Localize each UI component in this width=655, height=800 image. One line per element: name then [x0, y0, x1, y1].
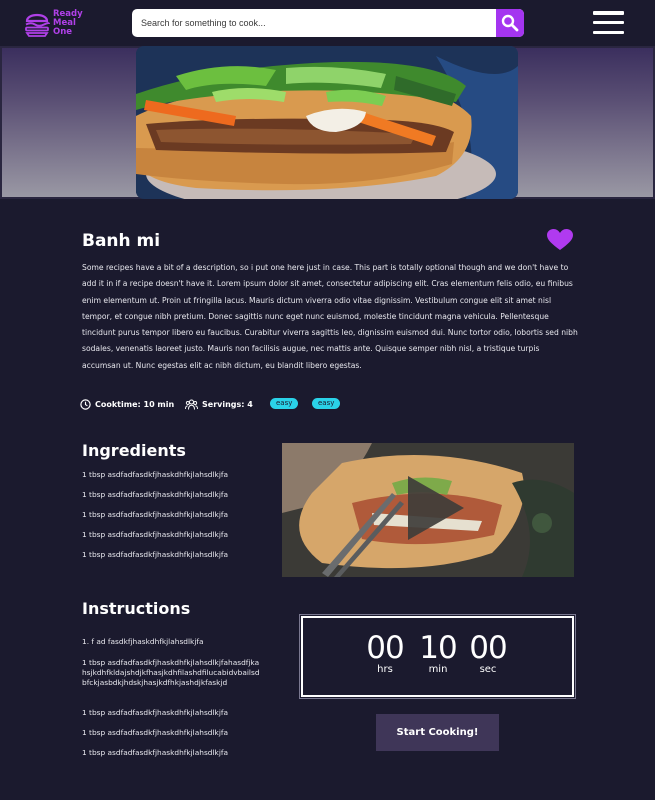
menu-bar: [593, 11, 624, 15]
recipe-title-row: Banh mi: [82, 229, 574, 255]
timer-seconds-value: 00: [469, 630, 507, 666]
ingredient-item: 1 tbsp asdfadfasdkfjhaskdhfkjlahsdlkjfa: [82, 470, 229, 479]
search-input[interactable]: [132, 9, 496, 37]
ingredients-list: 1 tbsp asdfadfasdkfjhaskdhfkjlahsdlkjfa …: [82, 470, 228, 570]
heart-icon: [547, 229, 573, 250]
start-cooking-button[interactable]: Start Cooking!: [376, 714, 499, 751]
menu-bar: [593, 30, 624, 34]
timer-hours-value: 00: [366, 630, 404, 666]
ingredient-item: 1 tbsp asdfadfasdkfjhaskdhfkjlahsdlkjfa: [82, 490, 229, 499]
recipe-description: Some recipes have a bit of a description…: [82, 263, 578, 370]
app-logo[interactable]: Ready Meal One: [24, 9, 84, 37]
menu-bar: [593, 20, 624, 25]
top-navigation-bar: Ready Meal One: [0, 0, 655, 46]
timer-seconds-label: sec: [479, 664, 497, 675]
logo-text: Ready Meal One: [53, 9, 83, 37]
search-button[interactable]: [496, 9, 524, 37]
difficulty-tag[interactable]: easy: [270, 398, 299, 409]
timer-hours-label: hrs: [377, 664, 393, 675]
favorite-button[interactable]: [547, 229, 573, 251]
ingredients-heading: Ingredients: [82, 441, 186, 460]
banh-mi-photo-icon: [136, 46, 518, 199]
instruction-step: 1 tbsp asdfadfasdkfjhaskdhfkjlahsdlkjfa: [82, 748, 229, 757]
search-icon: [501, 14, 519, 32]
recipe-hero-image: [136, 46, 518, 199]
difficulty-tag[interactable]: easy: [312, 398, 341, 409]
instruction-step: 1 tbsp asdfadfasdkfjhaskdhfkjlahsdlkjfah…: [82, 658, 260, 687]
ingredient-item: 1 tbsp asdfadfasdkfjhaskdhfkjlahsdlkjfa: [82, 530, 229, 539]
instructions-heading: Instructions: [82, 599, 191, 618]
ingredient-item: 1 tbsp asdfadfasdkfjhaskdhfkjlahsdlkjfa: [82, 510, 229, 519]
servings-label: Servings: 4: [202, 399, 253, 409]
ingredient-item: 1 tbsp asdfadfasdkfjhaskdhfkjlahsdlkjfa: [82, 550, 229, 559]
timer-hours: 00 hrs: [355, 630, 415, 675]
servings-info: Servings: 4: [185, 397, 253, 411]
recipe-meta-row: Cooktime: 10 min Servings: 4 easy easy: [80, 397, 380, 411]
search-bar: [132, 9, 524, 37]
burger-logo-icon: [25, 13, 50, 37]
cooktime-info: Cooktime: 10 min: [80, 397, 174, 411]
instruction-step: 1 tbsp asdfadfasdkfjhaskdhfkjlahsdlkjfa: [82, 728, 229, 737]
cooking-timer: 00 hrs 10 min 00 sec: [299, 614, 576, 699]
clock-icon: [80, 398, 91, 410]
people-icon: [185, 399, 198, 410]
hamburger-menu-button[interactable]: [593, 11, 624, 34]
timer-seconds: 00 sec: [458, 630, 518, 675]
cooktime-label: Cooktime: 10 min: [95, 399, 175, 409]
instruction-step: 1. f ad fasdkfjhaskdhfkjlahsdlkjfa: [82, 637, 204, 646]
instruction-step: 1 tbsp asdfadfasdkfjhaskdhfkjlahsdlkjfa: [82, 708, 229, 717]
recipe-title: Banh mi: [82, 231, 161, 251]
play-icon[interactable]: [408, 476, 464, 540]
